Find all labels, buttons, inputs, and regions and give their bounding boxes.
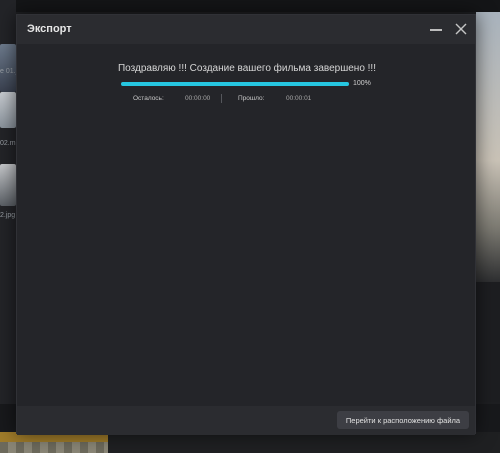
- minimize-button[interactable]: [427, 20, 445, 38]
- media-filename: 2.jpg: [0, 212, 16, 219]
- export-progress-fill: [121, 82, 349, 86]
- media-thumbnail[interactable]: [0, 164, 16, 206]
- dialog-header: Экспорт: [17, 15, 475, 44]
- preview-image: [476, 12, 500, 282]
- progress-percent: 100%: [353, 80, 371, 87]
- elapsed-time-label: Прошло:: [238, 95, 265, 102]
- export-dialog: Экспорт Поздравляю !!! Создание вашего ф…: [16, 14, 476, 435]
- dialog-footer: Перейти к расположению файла: [17, 406, 475, 435]
- elapsed-time-value: 00:00:01: [286, 95, 312, 102]
- minimize-icon: [430, 29, 442, 31]
- background-top-bar: [0, 0, 500, 12]
- open-file-location-button[interactable]: Перейти к расположению файла: [337, 411, 469, 429]
- timeline-empty-track: [108, 432, 500, 453]
- preview-panel: [476, 282, 500, 402]
- media-filename: e 01.j: [0, 68, 18, 75]
- dialog-title: Экспорт: [27, 23, 72, 35]
- close-button[interactable]: [452, 20, 470, 38]
- media-filename: 02.m: [0, 140, 16, 147]
- completion-message: Поздравляю !!! Создание вашего фильма за…: [117, 63, 376, 74]
- stats-divider: [221, 94, 222, 103]
- media-thumbnail[interactable]: [0, 92, 16, 128]
- close-icon: [455, 23, 467, 35]
- timeline-video-track[interactable]: [0, 442, 108, 453]
- export-progress-bar: [121, 82, 349, 86]
- remaining-time-value: 00:00:00: [185, 95, 211, 102]
- remaining-time-label: Осталось:: [133, 95, 164, 102]
